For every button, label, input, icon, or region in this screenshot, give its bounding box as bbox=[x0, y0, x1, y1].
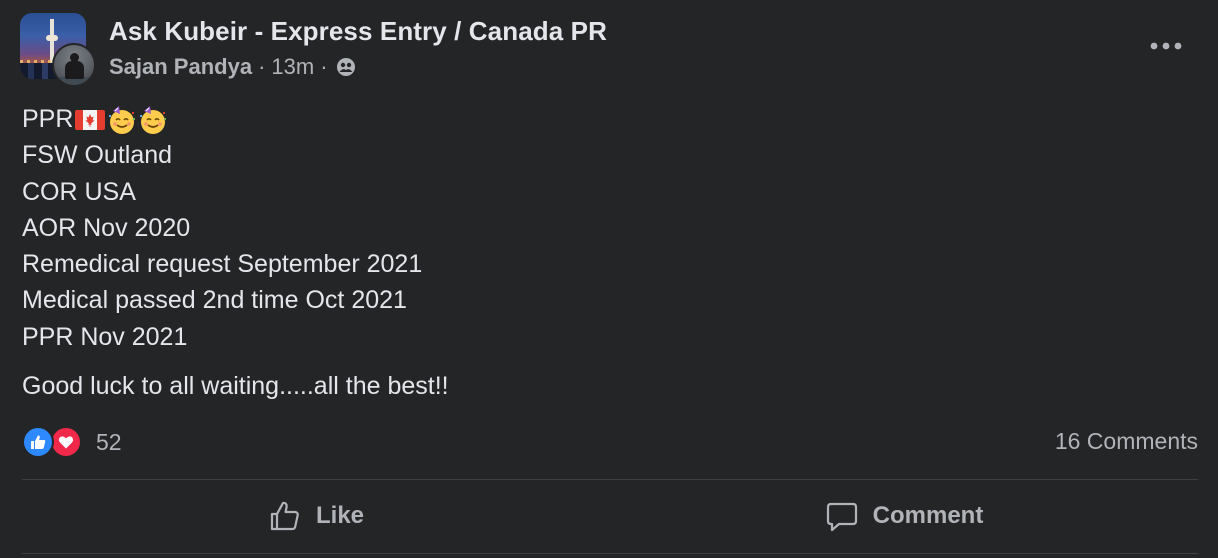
author-avatar[interactable] bbox=[52, 43, 96, 87]
ellipsis-icon bbox=[1150, 42, 1182, 50]
partying-face-icon bbox=[140, 106, 167, 135]
heart-icon bbox=[58, 436, 74, 449]
emoji-row bbox=[75, 105, 169, 135]
reaction-count: 52 bbox=[96, 428, 122, 455]
post-meta: Sajan Pandya · 13m · bbox=[109, 54, 356, 80]
post-line: COR USA bbox=[22, 177, 136, 206]
author-name-link[interactable]: Sajan Pandya bbox=[109, 54, 252, 80]
thumbs-up-icon bbox=[31, 435, 46, 449]
comment-button-label: Comment bbox=[872, 502, 984, 529]
post-body: PPR FSW Outland COR USA AOR Nov 2020 Rem… bbox=[22, 101, 1192, 355]
like-reaction-icon bbox=[22, 426, 54, 458]
comment-button[interactable]: Comment bbox=[610, 484, 1198, 548]
like-button[interactable]: Like bbox=[22, 484, 610, 548]
avatar-stack[interactable] bbox=[20, 13, 96, 87]
more-options-button[interactable] bbox=[1144, 30, 1188, 62]
post-timestamp[interactable]: 13m bbox=[271, 54, 314, 80]
divider bbox=[22, 479, 1198, 480]
post-line: FSW Outland bbox=[22, 141, 173, 170]
post-line: Medical passed 2nd time Oct 2021 bbox=[22, 286, 407, 315]
group-audience-icon[interactable] bbox=[336, 57, 356, 77]
facebook-post: Ask Kubeir - Express Entry / Canada PR S… bbox=[0, 0, 1218, 558]
post-closing-line: Good luck to all waiting.....all the bes… bbox=[22, 372, 449, 400]
post-line: PPR bbox=[22, 101, 1192, 137]
meta-separator: · bbox=[320, 54, 328, 79]
meta-separator: · bbox=[258, 54, 266, 79]
partying-face-icon bbox=[109, 106, 136, 135]
reactions-summary[interactable]: 52 bbox=[22, 424, 122, 460]
comments-count-link[interactable]: 16 Comments bbox=[1055, 428, 1198, 455]
post-line: AOR Nov 2020 bbox=[22, 213, 191, 242]
divider bbox=[22, 553, 1198, 554]
avatar-figure-body bbox=[65, 61, 84, 79]
canada-flag-icon bbox=[75, 110, 106, 131]
thumbs-up-outline-icon bbox=[270, 501, 299, 531]
love-reaction-icon bbox=[50, 426, 82, 458]
comment-bubble-icon bbox=[826, 502, 857, 532]
cn-tower-pod bbox=[46, 35, 58, 41]
post-line-text: PPR bbox=[22, 105, 74, 133]
like-button-label: Like bbox=[315, 502, 365, 529]
post-line: PPR Nov 2021 bbox=[22, 322, 188, 351]
post-line: Remedical request September 2021 bbox=[22, 250, 423, 279]
group-name-link[interactable]: Ask Kubeir - Express Entry / Canada PR bbox=[109, 16, 607, 47]
avatar-figure-head bbox=[70, 53, 79, 62]
